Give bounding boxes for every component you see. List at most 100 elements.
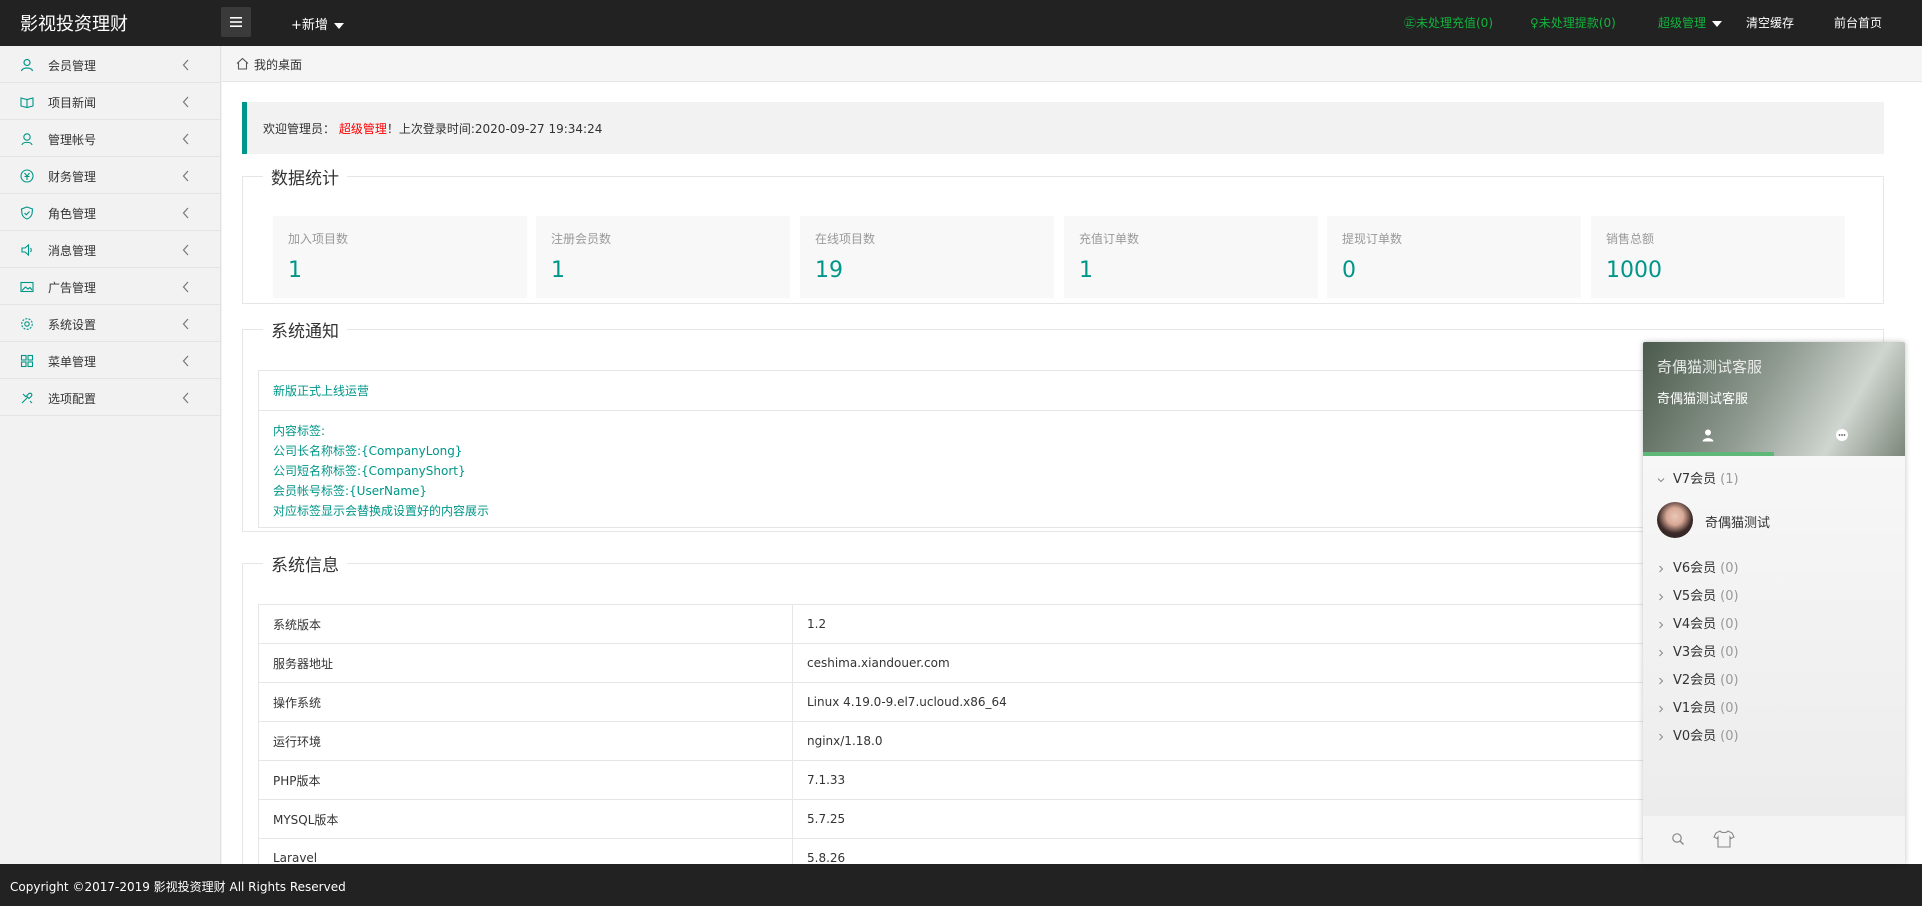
member-group-v2[interactable]: V2会员 (0) bbox=[1657, 669, 1739, 688]
stat-label: 加入项目数 bbox=[288, 232, 349, 246]
group-count: (0) bbox=[1720, 673, 1739, 688]
group-count: (0) bbox=[1720, 701, 1739, 716]
stat-label: 充值订单数 bbox=[1079, 232, 1140, 246]
member-group-v7[interactable]: V7会员 (1) bbox=[1657, 468, 1739, 487]
chat-panel[interactable]: 奇偶猫测试客服 奇偶猫测试客服 V7会员 (1) 奇偶猫测试 V6会员 (0) V5… bbox=[1643, 342, 1905, 864]
menu-toggle-button[interactable] bbox=[221, 7, 251, 37]
stat-label: 提现订单数 bbox=[1342, 232, 1403, 246]
sidebar-item-accounts[interactable]: 管理帐号 bbox=[0, 120, 220, 157]
sidebar-item-label: 管理帐号 bbox=[48, 133, 97, 147]
stat-card[interactable]: 提现订单数 0 bbox=[1327, 216, 1581, 298]
stat-card[interactable]: 销售总额 1000 bbox=[1591, 216, 1845, 298]
pending-withdraw-link[interactable]: ♀未处理提款(0) bbox=[1530, 14, 1616, 31]
notice-line: 公司长名称标签:{CompanyLong} bbox=[273, 444, 463, 458]
sidebar-item-menus[interactable]: 菜单管理 bbox=[0, 342, 220, 379]
group-count: (1) bbox=[1720, 472, 1739, 487]
chevron-left-icon bbox=[182, 355, 189, 367]
chevron-left-icon bbox=[182, 244, 189, 256]
add-new-label: +新增 bbox=[291, 18, 328, 33]
sidebar-item-settings[interactable]: 系统设置 bbox=[0, 305, 220, 342]
search-icon[interactable] bbox=[1671, 832, 1685, 846]
member-group-v3[interactable]: V3会员 (0) bbox=[1657, 641, 1739, 660]
stats-section: 数据统计 加入项目数 1 注册会员数 1 在线项目数 19 充值订单数 1 提现… bbox=[242, 164, 1884, 304]
group-label: V5会员 bbox=[1673, 589, 1717, 604]
chat-toolbar bbox=[1643, 816, 1905, 864]
group-label: V0会员 bbox=[1673, 729, 1717, 744]
chevron-right-icon bbox=[1659, 677, 1664, 684]
stat-label: 注册会员数 bbox=[551, 232, 612, 246]
chevron-right-icon bbox=[1659, 649, 1664, 656]
sysinfo-key: 服务器地址 bbox=[258, 643, 793, 683]
chevron-left-icon bbox=[182, 392, 189, 404]
sidebar-item-messages[interactable]: 消息管理 bbox=[0, 231, 220, 268]
pending-recharge-link[interactable]: ㊣未处理充值(0) bbox=[1404, 14, 1493, 31]
sysinfo-key: PHP版本 bbox=[258, 760, 793, 800]
user-icon bbox=[20, 58, 34, 72]
group-count: (0) bbox=[1720, 589, 1739, 604]
chevron-down-icon bbox=[1657, 477, 1665, 482]
chevron-right-icon bbox=[1659, 705, 1664, 712]
group-label: V3会员 bbox=[1673, 645, 1717, 660]
member-group-v0[interactable]: V0会员 (0) bbox=[1657, 725, 1739, 744]
sysinfo-title: 系统信息 bbox=[271, 556, 339, 576]
chevron-left-icon bbox=[182, 281, 189, 293]
copyright-text: Copyright ©2017-2019 影视投资理财 All Rights R… bbox=[10, 880, 346, 894]
stat-card[interactable]: 注册会员数 1 bbox=[536, 216, 790, 298]
sidebar-item-roles[interactable]: 角色管理 bbox=[0, 194, 220, 231]
stat-value: 1 bbox=[288, 258, 302, 283]
stat-card[interactable]: 在线项目数 19 bbox=[800, 216, 1054, 298]
sidebar-item-label: 菜单管理 bbox=[48, 355, 97, 369]
chevron-right-icon bbox=[1659, 593, 1664, 600]
list-item[interactable]: 奇偶猫测试 bbox=[1657, 502, 1887, 542]
notice-line: 公司短名称标签:{CompanyShort} bbox=[273, 464, 466, 478]
contacts-tab-icon[interactable] bbox=[1701, 428, 1715, 442]
stat-value: 1 bbox=[551, 258, 565, 283]
stat-value: 0 bbox=[1342, 258, 1356, 283]
top-header: 影视投资理财 +新增 ㊣未处理充值(0) ♀未处理提款(0) 超级管理 清空缓存… bbox=[0, 0, 1922, 46]
member-group-v1[interactable]: V1会员 (0) bbox=[1657, 697, 1739, 716]
chat-title: 奇偶猫测试客服 bbox=[1657, 358, 1763, 376]
add-new-menu[interactable]: +新增 bbox=[291, 14, 344, 33]
group-label: V6会员 bbox=[1673, 561, 1717, 576]
breadcrumb-current[interactable]: 我的桌面 bbox=[254, 56, 302, 73]
stat-card[interactable]: 加入项目数 1 bbox=[273, 216, 527, 298]
book-icon bbox=[20, 97, 34, 109]
sidebar-item-label: 系统设置 bbox=[48, 318, 97, 332]
front-home-link[interactable]: 前台首页 bbox=[1834, 14, 1882, 31]
sidebar-item-label: 消息管理 bbox=[48, 244, 97, 258]
stat-value: 1000 bbox=[1606, 258, 1662, 283]
sidebar-item-news[interactable]: 项目新闻 bbox=[0, 83, 220, 120]
chat-bubble-icon[interactable] bbox=[1835, 428, 1849, 442]
shield-icon bbox=[20, 206, 34, 220]
sidebar-item-options[interactable]: 选项配置 bbox=[0, 379, 220, 416]
sidebar-item-ads[interactable]: 广告管理 bbox=[0, 268, 220, 305]
member-group-v5[interactable]: V5会员 (0) bbox=[1657, 585, 1739, 604]
stat-card[interactable]: 充值订单数 1 bbox=[1064, 216, 1318, 298]
member-name: 奇偶猫测试 bbox=[1705, 516, 1771, 531]
chat-subtitle: 奇偶猫测试客服 bbox=[1657, 392, 1749, 407]
app-logo[interactable]: 影视投资理财 bbox=[20, 10, 128, 36]
clear-cache-link[interactable]: 清空缓存 bbox=[1746, 14, 1794, 31]
member-group-v6[interactable]: V6会员 (0) bbox=[1657, 557, 1739, 576]
speaker-icon bbox=[21, 243, 32, 257]
home-icon bbox=[236, 57, 249, 70]
caret-down-icon bbox=[333, 22, 344, 29]
stats-title: 数据统计 bbox=[271, 169, 339, 189]
admin-menu-label: 超级管理 bbox=[1658, 16, 1707, 30]
chevron-left-icon bbox=[182, 133, 189, 145]
notice-line: 内容标签: bbox=[273, 424, 326, 438]
group-count: (0) bbox=[1720, 617, 1739, 632]
notice-headline[interactable]: 新版正式上线运营 bbox=[273, 382, 369, 399]
sidebar-item-finance[interactable]: 财务管理 bbox=[0, 157, 220, 194]
admin-menu[interactable]: 超级管理 bbox=[1658, 14, 1723, 31]
sysinfo-key: 操作系统 bbox=[258, 682, 793, 722]
group-label: V1会员 bbox=[1673, 701, 1717, 716]
welcome-banner: 欢迎管理员： 超级管理！上次登录时间:2020-09-27 19:34:24 bbox=[242, 102, 1884, 154]
welcome-admin-name: 超级管理 bbox=[338, 122, 387, 136]
member-group-v4[interactable]: V4会员 (0) bbox=[1657, 613, 1739, 632]
notice-section: 系统通知 新版正式上线运营 内容标签: 公司长名称标签:{CompanyLong… bbox=[242, 317, 1888, 532]
skin-icon[interactable] bbox=[1713, 830, 1735, 848]
welcome-text: 欢迎管理员： 超级管理！上次登录时间:2020-09-27 19:34:24 bbox=[263, 120, 602, 137]
chat-contact-list: V7会员 (1) 奇偶猫测试 V6会员 (0) V5会员 (0) V4会员 (0) V3… bbox=[1643, 456, 1905, 816]
sidebar-item-members[interactable]: 会员管理 bbox=[0, 46, 220, 83]
